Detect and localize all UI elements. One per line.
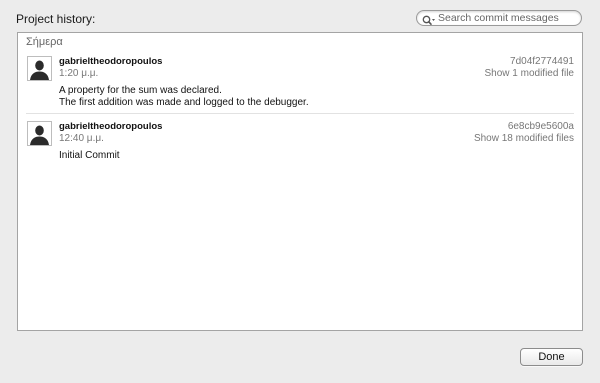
search-icon[interactable] — [422, 13, 436, 25]
commit-message-line: The first addition was made and logged t… — [59, 97, 309, 108]
commit-author: gabrieltheodoropoulos — [59, 121, 163, 132]
user-silhouette-icon — [28, 122, 51, 145]
commit-history-list[interactable]: Σήμερα gabrieltheodoropoulos 1:20 μ.μ. 7… — [17, 32, 583, 331]
commit-item[interactable]: gabrieltheodoropoulos 12:40 μ.μ. 6e8cb9e… — [26, 118, 574, 168]
commit-message-line: Initial Commit — [59, 150, 120, 161]
window-title: Project history: — [16, 12, 96, 26]
search-field[interactable] — [416, 10, 582, 26]
show-modified-files-link[interactable]: Show 18 modified files — [474, 133, 574, 144]
commit-author: gabrieltheodoropoulos — [59, 56, 163, 67]
done-button[interactable]: Done — [520, 348, 583, 366]
commit-message-line: A property for the sum was declared. — [59, 85, 222, 96]
commit-hash: 6e8cb9e5600a — [507, 121, 574, 132]
commit-time: 12:40 μ.μ. — [59, 133, 104, 144]
avatar — [27, 56, 52, 81]
commit-message: Initial Commit — [59, 150, 120, 162]
commit-hash: 7d04f2774491 — [510, 56, 574, 67]
date-section-header: Σήμερα — [26, 36, 63, 48]
commit-message: A property for the sum was declared. The… — [59, 85, 309, 109]
avatar — [27, 121, 52, 146]
commit-time: 1:20 μ.μ. — [59, 68, 99, 79]
show-modified-files-link[interactable]: Show 1 modified file — [485, 68, 575, 79]
search-input[interactable] — [438, 11, 578, 25]
commit-item[interactable]: gabrieltheodoropoulos 1:20 μ.μ. 7d04f277… — [26, 53, 574, 114]
user-silhouette-icon — [28, 57, 51, 80]
